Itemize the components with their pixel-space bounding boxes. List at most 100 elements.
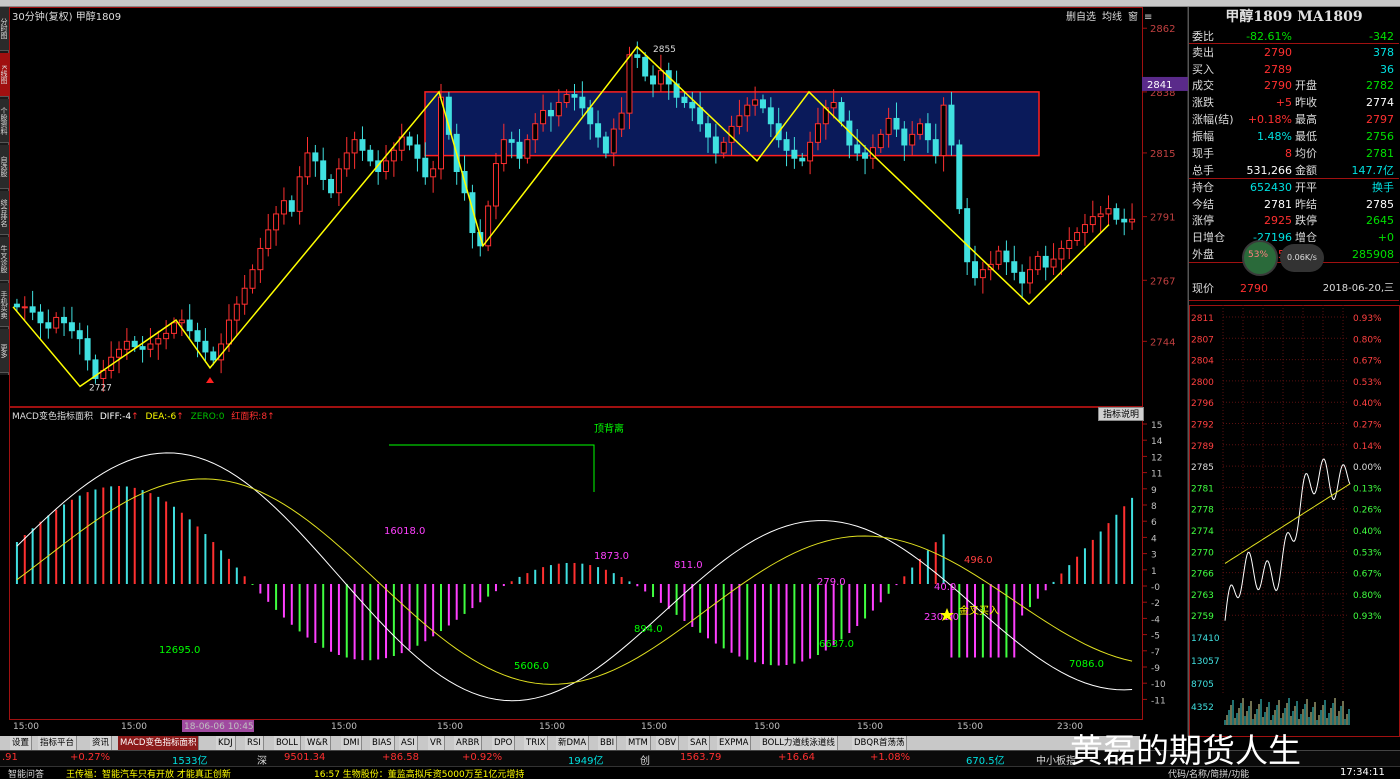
- candle-body: [1081, 224, 1088, 234]
- indicator-tab[interactable]: BIAS: [370, 736, 395, 750]
- indicator-tab[interactable]: TRIX: [524, 736, 549, 750]
- candle-body: [265, 229, 272, 249]
- indicator-help-button[interactable]: 指标说明: [1098, 407, 1144, 421]
- indicator-tab[interactable]: BOLL: [274, 736, 301, 750]
- indicator-tab[interactable]: RSI: [245, 736, 264, 750]
- left-tab[interactable]: 手机买卖: [0, 283, 9, 327]
- zero-value: 0: [218, 412, 225, 422]
- quote-row: 卖出 2790 378: [1192, 44, 1394, 61]
- main-pane-frame: [9, 7, 1143, 407]
- candle-body: [681, 96, 688, 104]
- indicator-tab[interactable]: EXPMA: [717, 736, 752, 750]
- macd-axis-label: 12: [1151, 453, 1162, 463]
- cy-pct: +1.08%: [870, 752, 911, 763]
- tick-axis-left: 2781: [1191, 484, 1214, 494]
- indicator-tab[interactable]: MTM: [626, 736, 651, 750]
- candle-body: [186, 319, 193, 332]
- candle-body: [1003, 250, 1010, 263]
- indicator-tab[interactable]: W&R: [305, 736, 331, 750]
- diff-value: -4: [122, 412, 132, 422]
- candle-body: [343, 152, 350, 170]
- quote-value-2: 2781: [1366, 147, 1394, 160]
- candle-body: [131, 340, 138, 348]
- macd-axis-label: 4: [1151, 534, 1157, 544]
- indicator-tab[interactable]: KDJ: [216, 736, 236, 750]
- ma-button[interactable]: 均线: [1102, 12, 1122, 23]
- macd-annotation: 5606.0: [514, 661, 549, 672]
- indicator-tab[interactable]: ASI: [399, 736, 418, 750]
- tick-axis-right: 0.14%: [1353, 442, 1382, 452]
- candle-body: [335, 168, 342, 194]
- candle-body: [1019, 271, 1026, 284]
- candle-body: [21, 306, 28, 309]
- candle-body: [1089, 216, 1096, 226]
- indicator-tab[interactable]: DPO: [492, 736, 516, 750]
- candle-body: [759, 99, 766, 109]
- macd-axis-label: 1: [1151, 567, 1157, 577]
- quote-value: 2781: [1264, 198, 1292, 211]
- quote-value-2: 2782: [1366, 79, 1394, 92]
- left-tab[interactable]: 更多: [0, 329, 9, 373]
- candle-body: [995, 250, 1002, 265]
- quote-value-2: 378: [1373, 46, 1394, 59]
- candle-body: [29, 306, 36, 313]
- left-tab[interactable]: K线图: [0, 53, 9, 97]
- price-axis-label: 2862: [1150, 24, 1175, 35]
- indicator-tab[interactable]: OBV: [656, 736, 680, 750]
- tick-axis-right: 0.27%: [1353, 421, 1382, 431]
- candle-body: [1074, 232, 1081, 241]
- time-axis-label: 15:00: [13, 722, 39, 732]
- left-tab[interactable]: 综合排名: [0, 191, 9, 235]
- candle-body: [783, 139, 790, 151]
- remove-watchlist-button[interactable]: 删自选: [1066, 12, 1096, 23]
- indicator-tab[interactable]: BBI: [598, 736, 618, 750]
- news-item-2[interactable]: 16:57 生物股份：董监高拟斥资5000万至1亿元增持: [314, 767, 524, 779]
- left-tab[interactable]: 牛叉诊股: [0, 237, 9, 281]
- indicator-tab[interactable]: 新DMA: [556, 736, 590, 750]
- quote-value: -27196: [1253, 231, 1292, 244]
- tick-axis-left: 2800: [1191, 378, 1214, 388]
- indicator-tab[interactable]: ARBR: [454, 736, 483, 750]
- indicator-tab[interactable]: BOLL力道线泳道线: [760, 736, 838, 750]
- candle-body: [1042, 255, 1049, 268]
- tick-axis-right: 0.67%: [1353, 357, 1382, 367]
- indicator-tab[interactable]: 设置: [10, 736, 33, 750]
- smart-qa-button[interactable]: 智能问答: [8, 767, 44, 779]
- indicator-tab[interactable]: 资讯: [90, 736, 113, 750]
- left-tab[interactable]: 自选股: [0, 145, 9, 189]
- top-menu-bar: [0, 0, 1400, 7]
- candle-body: [689, 102, 696, 109]
- indicator-tab[interactable]: VR: [428, 736, 445, 750]
- candle-body: [924, 123, 931, 141]
- indicator-tab[interactable]: DBQR首荡荡: [852, 736, 908, 750]
- candle-body: [877, 133, 884, 149]
- candle-body: [241, 287, 248, 305]
- candle-body: [1050, 258, 1057, 268]
- indicator-tab[interactable]: 指标平台: [38, 736, 78, 750]
- left-tab[interactable]: 分时图: [0, 7, 9, 51]
- quote-value: 2790: [1264, 46, 1292, 59]
- candle-body: [328, 178, 335, 194]
- menu-icon[interactable]: ≡: [1144, 12, 1152, 23]
- macd-annotation: 496.0: [964, 555, 993, 566]
- macd-annotation: 811.0: [674, 560, 703, 571]
- left-tab[interactable]: 个股资料: [0, 99, 9, 143]
- news-item-1[interactable]: 王传福：智能汽车只有开放 才能真正创新: [66, 767, 231, 779]
- quote-value-2: 2797: [1366, 113, 1394, 126]
- tick-chart: 2811 0.93% 2807 0.80% 2804 0.67% 2800 0.53% 2796…: [1189, 305, 1400, 737]
- indicator-tab[interactable]: MACD变色指标面积: [118, 736, 200, 750]
- indicator-tab[interactable]: SAR: [688, 736, 711, 750]
- indicator-tab[interactable]: DMI: [341, 736, 363, 750]
- tick-axis-left: 2789: [1191, 442, 1214, 452]
- quote-separator: [1189, 43, 1399, 44]
- candle-body: [163, 332, 170, 340]
- candle-body: [155, 338, 162, 345]
- quote-value: 1.48%: [1257, 130, 1292, 143]
- index-amount: 1533亿: [172, 756, 208, 767]
- up-arrow-icon: ↑: [267, 412, 275, 422]
- window-button[interactable]: 窗: [1128, 12, 1138, 23]
- tick-axis-right: 0.67%: [1353, 570, 1382, 580]
- macd-annotation: 894.0: [634, 624, 663, 635]
- candle-body: [972, 261, 979, 279]
- candle-body: [720, 141, 727, 154]
